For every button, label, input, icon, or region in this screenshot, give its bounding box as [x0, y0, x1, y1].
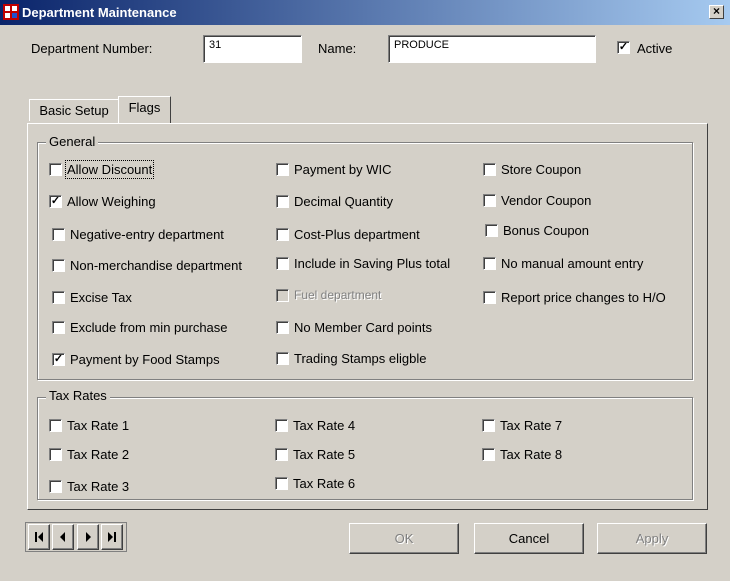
tax-rate-7-checkbox[interactable] — [482, 419, 495, 432]
fuel-department-checkbox — [276, 289, 289, 302]
tax-rate-5-checkbox[interactable] — [275, 448, 288, 461]
previous-record-button[interactable] — [52, 524, 74, 550]
tab-flags[interactable]: Flags — [118, 96, 171, 123]
include-in-saving-plus-total-checkbox[interactable] — [276, 257, 289, 270]
payment-by-wic-label[interactable]: Payment by WIC — [294, 162, 392, 177]
apply-button[interactable]: Apply — [597, 523, 707, 554]
payment-by-food-stamps-checkbox[interactable]: ✓ — [52, 353, 65, 366]
vendor-coupon-checkbox[interactable] — [483, 194, 496, 207]
ok-button[interactable]: OK — [349, 523, 459, 554]
excise-tax-checkbox[interactable] — [52, 291, 65, 304]
allow-weighing-label[interactable]: Allow Weighing — [67, 194, 156, 209]
first-record-button[interactable] — [28, 524, 50, 550]
bonus-coupon-checkbox[interactable] — [485, 224, 498, 237]
allow-weighing-checkbox[interactable]: ✓ — [49, 195, 62, 208]
app-grid-icon — [3, 4, 19, 20]
name-label: Name: — [318, 41, 357, 56]
cancel-button[interactable]: Cancel — [474, 523, 584, 554]
store-coupon-label[interactable]: Store Coupon — [501, 162, 581, 177]
tax-rate-6-label[interactable]: Tax Rate 6 — [293, 476, 355, 491]
window-title: Department Maintenance — [22, 5, 177, 20]
name-input[interactable]: PRODUCE — [388, 35, 596, 63]
tax-rates-group — [37, 397, 693, 500]
tax-rate-8-checkbox[interactable] — [482, 448, 495, 461]
tab-label: Basic Setup — [39, 103, 109, 118]
checkmark-icon: ✓ — [53, 353, 64, 365]
tax-rate-1-label[interactable]: Tax Rate 1 — [67, 418, 129, 433]
decimal-quantity-checkbox[interactable] — [276, 195, 289, 208]
non-merchandise-department-label[interactable]: Non-merchandise department — [70, 258, 242, 273]
no-member-card-points-label[interactable]: No Member Card points — [294, 320, 432, 335]
exclude-from-min-purchase-label[interactable]: Exclude from min purchase — [70, 320, 228, 335]
cost-plus-department-checkbox[interactable] — [276, 228, 289, 241]
no-member-card-points-checkbox[interactable] — [276, 321, 289, 334]
tax-rate-1-checkbox[interactable] — [49, 419, 62, 432]
report-price-changes-to-h-o-label[interactable]: Report price changes to H/O — [501, 290, 666, 305]
tax-rate-5-label[interactable]: Tax Rate 5 — [293, 447, 355, 462]
store-coupon-checkbox[interactable] — [483, 163, 496, 176]
no-manual-amount-entry-label[interactable]: No manual amount entry — [501, 256, 643, 271]
excise-tax-label[interactable]: Excise Tax — [70, 290, 132, 305]
include-in-saving-plus-total-label[interactable]: Include in Saving Plus total — [294, 256, 450, 271]
payment-by-wic-checkbox[interactable] — [276, 163, 289, 176]
tax-rate-7-label[interactable]: Tax Rate 7 — [500, 418, 562, 433]
cost-plus-department-label[interactable]: Cost-Plus department — [294, 227, 420, 242]
exclude-from-min-purchase-checkbox[interactable] — [52, 321, 65, 334]
tab-basic-setup[interactable]: Basic Setup — [29, 99, 119, 121]
trading-stamps-eligble-checkbox[interactable] — [276, 352, 289, 365]
tax-rate-8-label[interactable]: Tax Rate 8 — [500, 447, 562, 462]
report-price-changes-to-h-o-checkbox[interactable] — [483, 291, 496, 304]
tax-rate-3-checkbox[interactable] — [49, 480, 62, 493]
decimal-quantity-label[interactable]: Decimal Quantity — [294, 194, 393, 209]
title-bar: Department Maintenance × — [0, 0, 730, 25]
trading-stamps-eligble-label[interactable]: Trading Stamps eligble — [294, 351, 426, 366]
general-group-title: General — [46, 134, 99, 149]
next-record-icon — [86, 532, 91, 542]
previous-record-icon — [60, 532, 65, 542]
non-merchandise-department-checkbox[interactable] — [52, 259, 65, 272]
negative-entry-department-label[interactable]: Negative-entry department — [70, 227, 224, 242]
allow-discount-label[interactable]: Allow Discount — [64, 160, 155, 179]
active-label: Active — [637, 41, 673, 56]
vendor-coupon-label[interactable]: Vendor Coupon — [501, 193, 591, 208]
department-number-label: Department Number: — [31, 41, 153, 56]
tab-label: Flags — [128, 100, 161, 115]
tax-rate-2-label[interactable]: Tax Rate 2 — [67, 447, 129, 462]
last-record-icon — [108, 532, 116, 542]
tax-rate-4-label[interactable]: Tax Rate 4 — [293, 418, 355, 433]
tax-rate-3-label[interactable]: Tax Rate 3 — [67, 479, 129, 494]
payment-by-food-stamps-label[interactable]: Payment by Food Stamps — [70, 352, 220, 367]
close-button[interactable]: × — [709, 5, 724, 19]
checkmark-icon: ✓ — [618, 41, 629, 53]
tax-rates-group-title: Tax Rates — [46, 388, 110, 403]
checkmark-icon: ✓ — [50, 195, 61, 207]
negative-entry-department-checkbox[interactable] — [52, 228, 65, 241]
fuel-department-label: Fuel department — [294, 288, 382, 302]
tax-rate-6-checkbox[interactable] — [275, 477, 288, 490]
active-checkbox[interactable]: ✓ — [617, 41, 630, 54]
close-icon: × — [712, 4, 720, 18]
tax-rate-4-checkbox[interactable] — [275, 419, 288, 432]
next-record-button[interactable] — [77, 524, 99, 550]
last-record-button[interactable] — [101, 524, 123, 550]
no-manual-amount-entry-checkbox[interactable] — [483, 257, 496, 270]
tax-rate-2-checkbox[interactable] — [49, 448, 62, 461]
allow-discount-checkbox[interactable] — [49, 163, 62, 176]
department-number-input[interactable]: 31 — [203, 35, 302, 63]
bonus-coupon-label[interactable]: Bonus Coupon — [503, 223, 589, 238]
first-record-icon — [35, 532, 43, 542]
